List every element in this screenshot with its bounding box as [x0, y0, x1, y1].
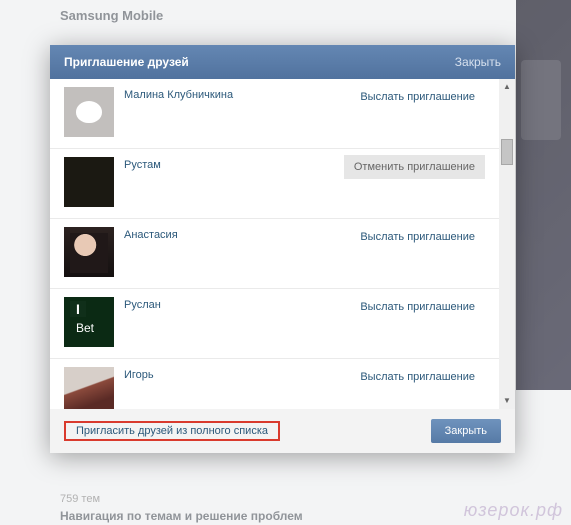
modal-title: Приглашение друзей: [64, 55, 189, 69]
group-title: Samsung Mobile: [60, 8, 163, 23]
friend-name-link[interactable]: Игорь: [124, 367, 350, 381]
watermark: юзерок.рф: [464, 500, 563, 521]
avatar[interactable]: [64, 157, 114, 207]
send-invite-button[interactable]: Выслать приглашение: [350, 85, 485, 109]
friend-name-link[interactable]: Анастасия: [124, 227, 350, 241]
friend-row: РустамОтменить приглашение: [50, 149, 499, 219]
send-invite-button[interactable]: Выслать приглашение: [350, 365, 485, 389]
scroll-up-arrow-icon[interactable]: ▲: [501, 81, 513, 93]
nav-heading: Навигация по темам и решение проблем: [60, 509, 303, 523]
friend-name-link[interactable]: Малина Клубничкина: [124, 87, 350, 101]
avatar[interactable]: [64, 87, 114, 137]
invite-from-full-list-link[interactable]: Пригласить друзей из полного списка: [70, 421, 274, 441]
send-invite-button[interactable]: Выслать приглашение: [350, 225, 485, 249]
scrollbar-thumb[interactable]: [501, 139, 513, 165]
invite-friends-modal: Приглашение друзей Закрыть Малина Клубни…: [50, 45, 515, 453]
side-banner: [516, 0, 571, 390]
cancel-invite-button[interactable]: Отменить приглашение: [344, 155, 485, 179]
scroll-down-arrow-icon[interactable]: ▼: [501, 395, 513, 407]
invite-all-highlight: Пригласить друзей из полного списка: [64, 421, 280, 441]
friend-name-link[interactable]: Руслан: [124, 297, 350, 311]
friend-row: Малина КлубничкинаВыслать приглашение: [50, 79, 499, 149]
friend-row: ИгорьВыслать приглашение: [50, 359, 499, 409]
close-button[interactable]: Закрыть: [431, 419, 501, 443]
topics-count: 759 тем: [60, 493, 100, 505]
modal-header: Приглашение друзей Закрыть: [50, 45, 515, 79]
friend-row: РусланВыслать приглашение: [50, 289, 499, 359]
modal-close-link[interactable]: Закрыть: [455, 55, 501, 69]
friends-list: Малина КлубничкинаВыслать приглашениеРус…: [50, 79, 499, 409]
friend-row: АнастасияВыслать приглашение: [50, 219, 499, 289]
send-invite-button[interactable]: Выслать приглашение: [350, 295, 485, 319]
friend-name-link[interactable]: Рустам: [124, 157, 344, 171]
avatar[interactable]: [64, 227, 114, 277]
modal-footer: Пригласить друзей из полного списка Закр…: [50, 409, 515, 453]
scrollbar[interactable]: ▲ ▼: [499, 79, 515, 409]
modal-body: Малина КлубничкинаВыслать приглашениеРус…: [50, 79, 515, 409]
avatar[interactable]: [64, 297, 114, 347]
avatar[interactable]: [64, 367, 114, 409]
